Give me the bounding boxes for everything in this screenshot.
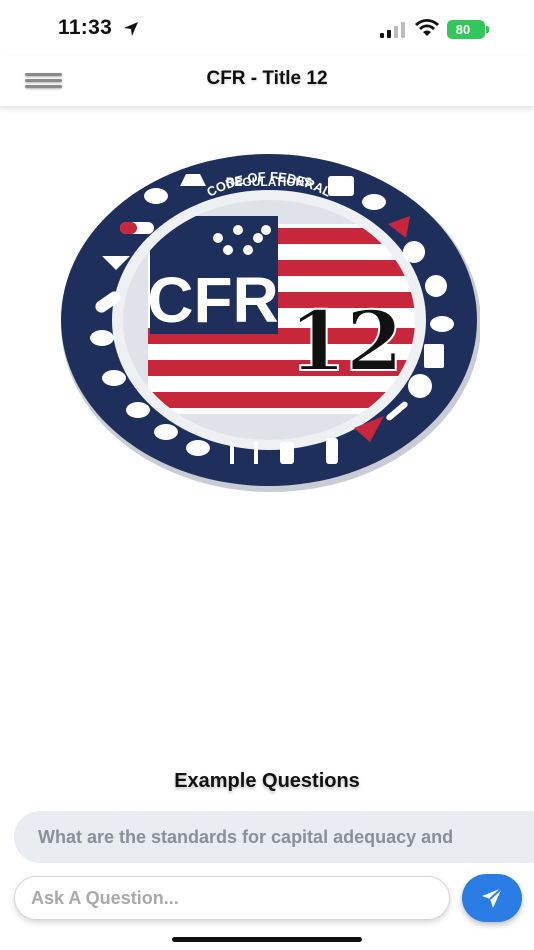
cellular-signal-icon [380,22,405,38]
status-time: 11:33 [58,16,113,39]
cfr-emblem-logo: CFR 12 CODE OF FEDERAL REGULATIONS [61,154,480,492]
ask-question-input[interactable] [14,876,450,920]
svg-text:CFR: CFR [147,264,279,336]
location-arrow-icon [124,22,138,36]
battery-level: 80 [455,22,471,37]
send-button[interactable] [462,874,522,922]
send-icon [482,887,503,908]
battery-indicator: 80 [447,20,489,39]
battery-cap [486,26,489,33]
example-question-chip[interactable]: What are the standards for capital adequ… [14,811,534,863]
app-header: CFR - Title 12 [0,56,534,106]
example-questions-heading: Example Questions [174,770,360,792]
example-question-text: What are the standards for capital adequ… [38,827,454,847]
home-indicator [172,937,362,942]
svg-text:12: 12 [289,294,403,390]
svg-text:REGULATIONS: REGULATIONS [226,175,312,189]
wifi-icon [415,19,439,36]
status-bar: 11:33 80 [0,0,534,56]
page-title: CFR - Title 12 [206,68,328,89]
